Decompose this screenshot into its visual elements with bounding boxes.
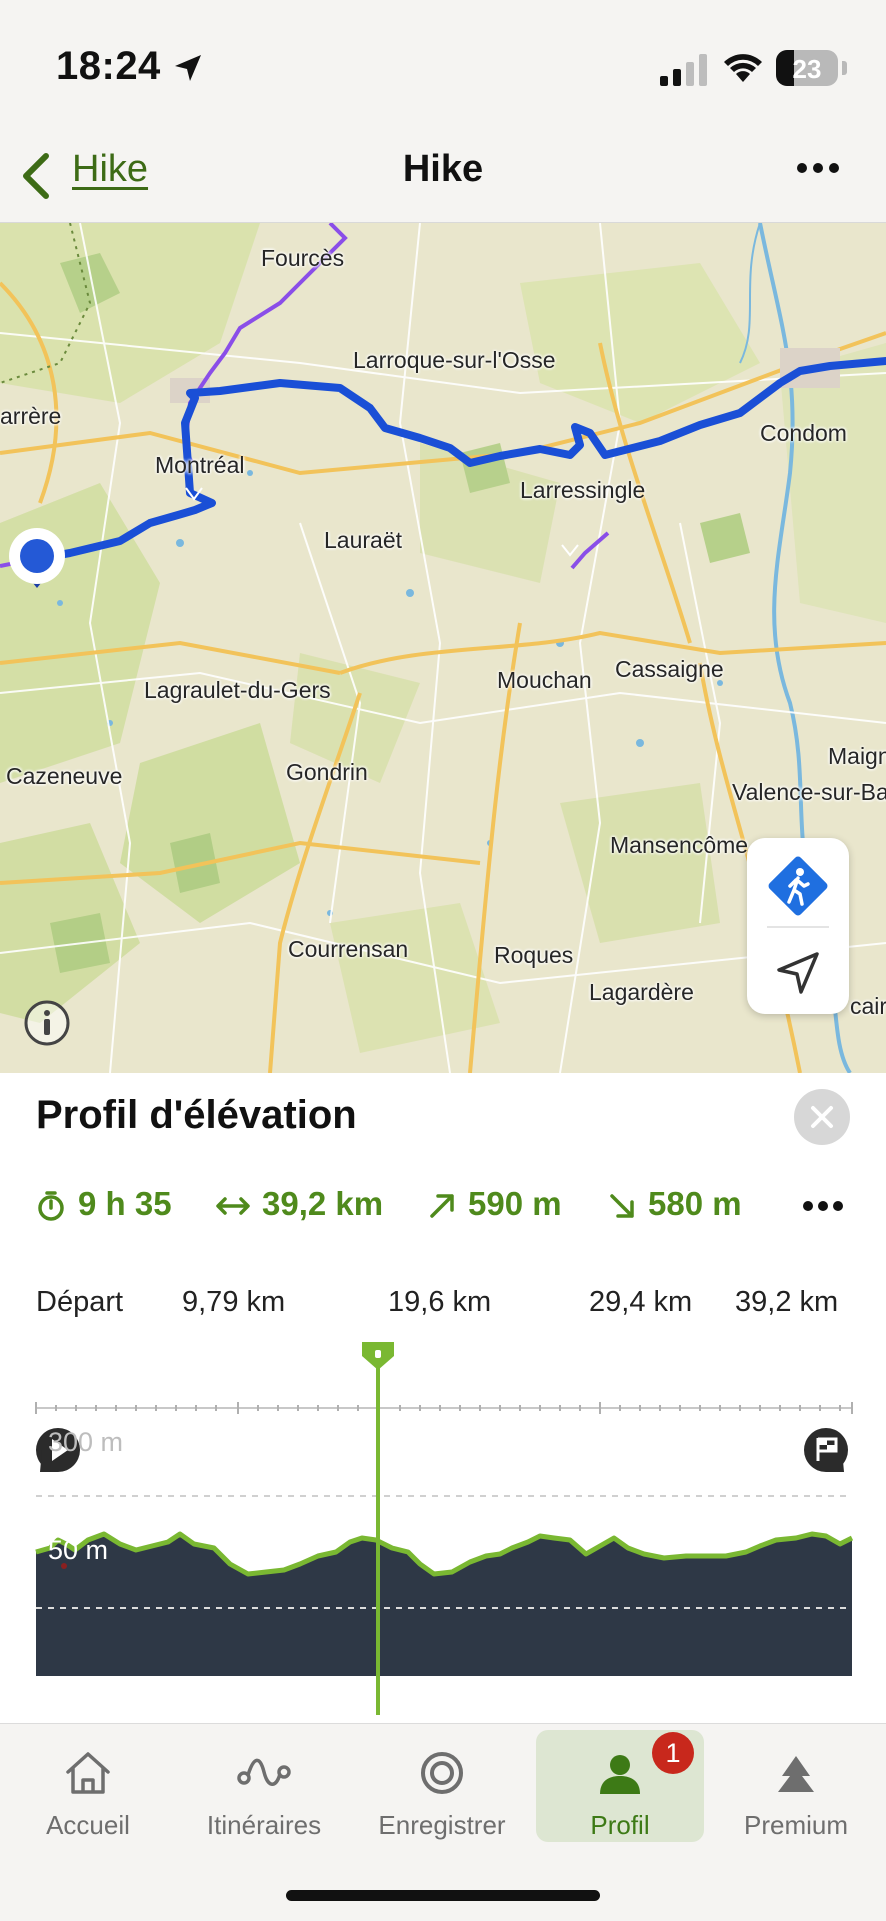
map-label-lagardere: Lagardère bbox=[589, 979, 694, 1005]
map-label-fources: Fourcès bbox=[261, 245, 345, 271]
horizontal-arrows-icon bbox=[216, 1197, 250, 1216]
route-icon bbox=[237, 1758, 291, 1786]
elevation-label-bottom: 50 m bbox=[48, 1535, 109, 1565]
navigation-bar: Hike Hike bbox=[0, 130, 886, 223]
map-label-montreal: Montréal bbox=[155, 452, 245, 478]
axis-label-3: 29,4 km bbox=[589, 1286, 693, 1318]
stat-duration: 9 h 35 bbox=[36, 1185, 172, 1223]
hiker-icon[interactable] bbox=[762, 850, 834, 922]
location-arrow-icon bbox=[175, 55, 201, 81]
tab-itineraires-label: Itinéraires bbox=[206, 1810, 322, 1840]
navigation-arrow-icon[interactable] bbox=[773, 948, 823, 998]
map-label-courrensan: Courrensan bbox=[288, 936, 409, 962]
elevation-label-top: 300 m bbox=[48, 1427, 124, 1457]
tab-itineraires[interactable]: Itinéraires bbox=[180, 1730, 348, 1842]
map-label-cassaigne: Cassaigne bbox=[615, 656, 724, 682]
stats-more-icon[interactable] bbox=[802, 1199, 844, 1213]
tab-enregistrer[interactable]: Enregistrer bbox=[358, 1730, 526, 1842]
map-view[interactable]: Fourcès Larroque-sur-l'Osse arrère Condo… bbox=[0, 223, 886, 1073]
map-label-mansencome: Mansencôme bbox=[610, 832, 749, 858]
map-label-mouchan: Mouchan bbox=[497, 667, 592, 693]
map-label-caire: caire bbox=[850, 993, 886, 1019]
tab-accueil[interactable]: Accueil bbox=[4, 1730, 172, 1842]
home-icon bbox=[66, 1752, 110, 1794]
premium-icon bbox=[778, 1756, 814, 1792]
stat-ascent: 590 m bbox=[428, 1185, 562, 1223]
map-label-lagraulet: Lagraulet-du-Gers bbox=[144, 677, 331, 703]
status-bar: 18:24 23 bbox=[0, 0, 886, 130]
tab-premium-label: Premium bbox=[743, 1810, 848, 1840]
route-stats: 9 h 35 39,2 km 590 m 580 m bbox=[36, 1185, 856, 1231]
elevation-panel: Profil d'élévation 9 h 35 39,2 km 590 m … bbox=[0, 1073, 886, 1723]
wifi-icon bbox=[724, 54, 762, 82]
map-label-gondrin: Gondrin bbox=[286, 759, 368, 785]
map-label-lauraet: Lauraët bbox=[324, 527, 403, 553]
stat-duration-value: 9 h 35 bbox=[78, 1185, 172, 1222]
stat-descent-value: 580 m bbox=[648, 1185, 742, 1222]
tab-profil[interactable]: 1 Profil bbox=[536, 1730, 704, 1842]
close-icon bbox=[811, 1106, 833, 1128]
map-label-cazeneuve: Cazeneuve bbox=[6, 763, 123, 789]
map-label-arrere: arrère bbox=[0, 403, 62, 429]
tab-accueil-label: Accueil bbox=[46, 1810, 130, 1840]
page-title: Hike bbox=[402, 148, 484, 190]
map-label-valence: Valence-sur-Ba bbox=[732, 779, 886, 805]
position-cursor-handle[interactable] bbox=[362, 1342, 394, 1370]
tab-profil-label: Profil bbox=[590, 1810, 650, 1840]
arrow-down-right-icon bbox=[610, 1194, 634, 1219]
axis-label-1: 9,79 km bbox=[182, 1286, 286, 1318]
map-label-larroque: Larroque-sur-l'Osse bbox=[353, 347, 556, 373]
map-label-larressingle: Larressingle bbox=[520, 477, 646, 503]
stat-distance: 39,2 km bbox=[216, 1185, 383, 1223]
close-button[interactable] bbox=[794, 1089, 850, 1145]
axis-label-4: 39,2 km bbox=[735, 1286, 839, 1318]
stat-descent: 580 m bbox=[608, 1185, 742, 1223]
tab-premium[interactable]: Premium bbox=[712, 1730, 880, 1842]
battery-icon: 23 bbox=[776, 50, 838, 86]
tab-bar: Accueil Itinéraires Enregistrer 1 Profil… bbox=[0, 1723, 886, 1921]
record-icon bbox=[421, 1752, 463, 1794]
home-indicator bbox=[286, 1890, 600, 1901]
notification-badge: 1 bbox=[652, 1732, 694, 1774]
tab-enregistrer-label: Enregistrer bbox=[378, 1810, 506, 1840]
axis-label-2: 19,6 km bbox=[388, 1286, 492, 1318]
stat-distance-value: 39,2 km bbox=[262, 1185, 384, 1222]
cellular-signal-icon bbox=[660, 54, 707, 86]
info-icon[interactable] bbox=[22, 998, 72, 1048]
arrow-up-right-icon bbox=[430, 1194, 454, 1219]
more-options-icon[interactable] bbox=[796, 160, 840, 176]
map-label-condom: Condom bbox=[760, 420, 847, 446]
map-label-maign: Maign bbox=[828, 743, 886, 769]
stopwatch-icon bbox=[38, 1191, 64, 1222]
status-time: 18:24 bbox=[56, 44, 161, 88]
map-label-roques: Roques bbox=[494, 942, 574, 968]
elevation-chart[interactable] bbox=[0, 1318, 886, 1718]
stat-ascent-value: 590 m bbox=[468, 1185, 562, 1222]
axis-label-start: Départ bbox=[36, 1286, 124, 1318]
elevation-title: Profil d'élévation bbox=[36, 1093, 357, 1137]
battery-level: 23 bbox=[792, 54, 822, 84]
finish-flag-icon bbox=[804, 1428, 848, 1472]
map-controls bbox=[747, 838, 849, 1014]
